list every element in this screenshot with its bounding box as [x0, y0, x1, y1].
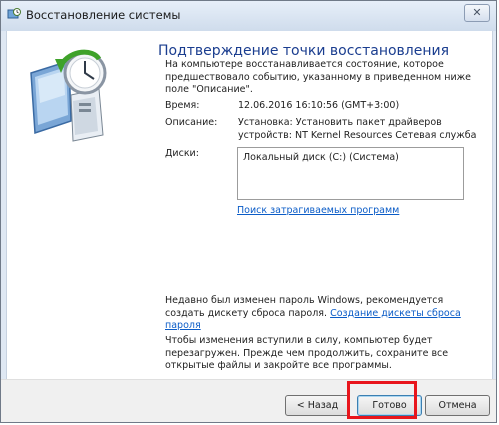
system-restore-window: Восстановление системы ✕ Подтверждение т…	[0, 0, 497, 423]
description-line: Установка: Установить пакет драйверов	[238, 117, 442, 128]
wizard-content: Подтверждение точки восстановления На ко…	[6, 31, 493, 379]
page-title: Подтверждение точки восстановления	[158, 43, 450, 59]
computer-restore-icon	[30, 49, 107, 142]
time-label: Время:	[165, 100, 200, 111]
finish-highlight-frame	[347, 381, 417, 419]
close-icon: ✕	[472, 6, 482, 19]
disk-item: Локальный диск (C:) (Система)	[243, 152, 399, 163]
wizard-sidebar	[7, 31, 132, 379]
time-value: 12.06.2016 16:10:56 (GMT+3:00)	[238, 100, 400, 111]
description-label: Описание:	[165, 117, 218, 128]
cancel-button[interactable]: Отмена	[425, 395, 490, 416]
affected-programs-link[interactable]: Поиск затрагиваемых программ	[237, 205, 399, 216]
back-button[interactable]: < Назад	[285, 395, 350, 416]
window-title: Восстановление системы	[26, 8, 181, 22]
close-button[interactable]: ✕	[464, 4, 490, 22]
button-bar: < Назад Готово Отмена	[1, 379, 496, 422]
title-bar: Восстановление системы ✕	[1, 1, 496, 31]
disks-list[interactable]: Локальный диск (C:) (Система)	[237, 147, 464, 200]
system-restore-icon	[7, 8, 21, 19]
description-value: Установка: Установить пакет драйверов ус…	[238, 117, 476, 142]
description-line: устройств: NT Kernel Resources Сетевая с…	[238, 129, 477, 141]
restart-note: Чтобы изменения вступили в силу, компьют…	[165, 335, 449, 371]
intro-text: На компьютере восстанавливается состояни…	[165, 59, 472, 95]
disks-label: Диски:	[165, 148, 199, 159]
password-note: Недавно был изменен пароль Windows, реко…	[165, 295, 485, 333]
